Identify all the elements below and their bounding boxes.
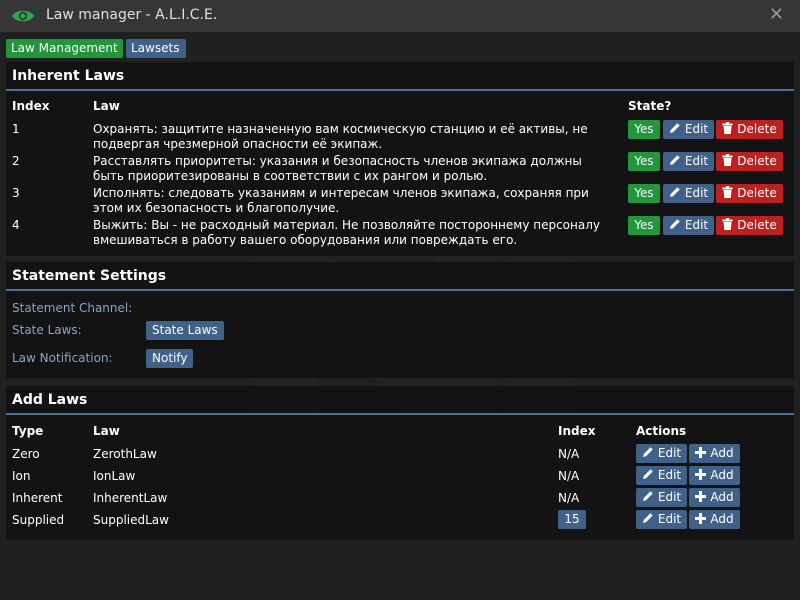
- yes-button[interactable]: Yes: [628, 184, 660, 203]
- delete-button[interactable]: Delete: [716, 152, 783, 171]
- add-label: Add: [710, 512, 734, 526]
- pencil-icon: [669, 219, 680, 229]
- edit-label: Edit: [684, 186, 709, 200]
- edit-button[interactable]: Edit: [663, 216, 714, 235]
- eye-icon: [12, 10, 34, 22]
- pencil-icon: [642, 469, 653, 479]
- law-index: N/A: [558, 491, 580, 505]
- trash-icon: [722, 154, 733, 166]
- edit-button[interactable]: Edit: [636, 488, 687, 507]
- law-index: N/A: [558, 469, 580, 483]
- column-header-type: Type: [12, 424, 44, 438]
- column-header-index: Index: [12, 99, 50, 113]
- plus-icon: [695, 447, 707, 458]
- law-index: 2: [12, 154, 20, 168]
- statement-channel-label: Statement Channel:: [12, 301, 133, 315]
- statement-settings-section: Statement Settings Statement Channel: St…: [6, 262, 794, 378]
- add-label: Add: [710, 446, 734, 460]
- section-title: Statement Settings: [12, 268, 167, 284]
- add-laws-section: Add Laws Type Law Index Actions Zero Zer…: [6, 386, 794, 540]
- divider: [6, 413, 794, 415]
- column-header-law: Law: [93, 99, 120, 113]
- pencil-icon: [642, 513, 653, 523]
- column-header-law: Law: [93, 424, 120, 438]
- trash-icon: [722, 218, 733, 230]
- law-index: N/A: [558, 447, 580, 461]
- notify-button[interactable]: Notify: [146, 349, 194, 368]
- add-button[interactable]: Add: [689, 466, 740, 485]
- pencil-icon: [669, 187, 680, 197]
- law-index: 4: [12, 218, 20, 232]
- edit-button[interactable]: Edit: [636, 466, 687, 485]
- law-type: Inherent: [12, 491, 63, 505]
- edit-label: Edit: [657, 446, 682, 460]
- delete-label: Delete: [737, 154, 777, 168]
- law-name: InherentLaw: [93, 491, 168, 505]
- edit-button[interactable]: Edit: [663, 184, 714, 203]
- yes-button[interactable]: Yes: [628, 152, 660, 171]
- delete-label: Delete: [737, 186, 777, 200]
- pencil-icon: [669, 155, 680, 165]
- edit-label: Edit: [657, 468, 682, 482]
- close-icon[interactable]: ✕: [769, 6, 784, 24]
- divider: [6, 289, 794, 291]
- delete-button[interactable]: Delete: [716, 184, 783, 203]
- yes-button[interactable]: Yes: [628, 216, 660, 235]
- law-index: 1: [12, 122, 20, 136]
- trash-icon: [722, 186, 733, 198]
- add-button[interactable]: Add: [689, 444, 740, 463]
- law-text: Охранять: защитите назначенную вам косми…: [93, 122, 588, 151]
- law-name: IonLaw: [93, 469, 136, 483]
- edit-button[interactable]: Edit: [636, 444, 687, 463]
- law-type: Supplied: [12, 513, 65, 527]
- pencil-icon: [642, 447, 653, 457]
- window-title: Law manager - A.L.I.C.E.: [46, 7, 218, 23]
- add-label: Add: [710, 490, 734, 504]
- add-label: Add: [710, 468, 734, 482]
- pencil-icon: [642, 491, 653, 501]
- law-text: Выжить: Вы - не расходный материал. Не п…: [93, 218, 600, 247]
- edit-label: Edit: [684, 154, 709, 168]
- edit-label: Edit: [657, 490, 682, 504]
- plus-icon: [695, 491, 707, 502]
- divider: [6, 89, 794, 91]
- law-type: Zero: [12, 447, 40, 461]
- section-title: Inherent Laws: [12, 68, 125, 84]
- column-header-state: State?: [628, 99, 672, 113]
- index-input[interactable]: 15: [558, 510, 586, 529]
- column-header-index: Index: [558, 424, 596, 438]
- edit-button[interactable]: Edit: [636, 510, 687, 529]
- section-title: Add Laws: [12, 392, 88, 408]
- tab-law-management[interactable]: Law Management: [6, 39, 123, 58]
- inherent-laws-section: Inherent Laws Index Law State? 1 Охранят…: [6, 62, 794, 256]
- edit-label: Edit: [684, 122, 709, 136]
- law-text: Исполнять: следовать указаниям и интерес…: [93, 186, 589, 215]
- edit-label: Edit: [684, 218, 709, 232]
- law-index: 3: [12, 186, 20, 200]
- add-button[interactable]: Add: [689, 510, 740, 529]
- state-laws-label: State Laws:: [12, 323, 82, 337]
- trash-icon: [722, 122, 733, 134]
- edit-button[interactable]: Edit: [663, 152, 714, 171]
- tab-lawsets[interactable]: Lawsets: [126, 39, 186, 58]
- state-laws-button[interactable]: State Laws: [146, 321, 224, 340]
- title-bar: Law manager - A.L.I.C.E. ✕: [0, 0, 800, 32]
- law-name: ZerothLaw: [93, 447, 157, 461]
- law-type: Ion: [12, 469, 31, 483]
- edit-button[interactable]: Edit: [663, 120, 714, 139]
- law-name: SuppliedLaw: [93, 513, 169, 527]
- add-button[interactable]: Add: [689, 488, 740, 507]
- law-text: Расставлять приоритеты: указания и безоп…: [93, 154, 582, 183]
- delete-button[interactable]: Delete: [716, 216, 783, 235]
- yes-button[interactable]: Yes: [628, 120, 660, 139]
- column-header-actions: Actions: [636, 424, 687, 438]
- pencil-icon: [669, 123, 680, 133]
- plus-icon: [695, 513, 707, 524]
- edit-label: Edit: [657, 512, 682, 526]
- law-notification-label: Law Notification:: [12, 351, 113, 365]
- delete-button[interactable]: Delete: [716, 120, 783, 139]
- delete-label: Delete: [737, 122, 777, 136]
- delete-label: Delete: [737, 218, 777, 232]
- plus-icon: [695, 469, 707, 480]
